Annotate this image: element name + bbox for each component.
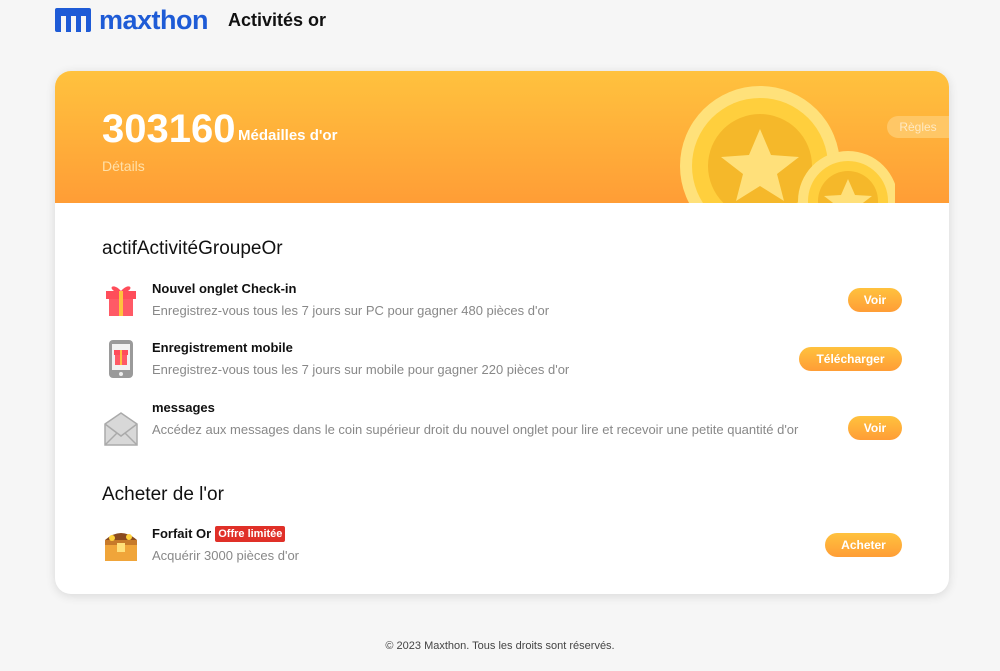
page-title: Activités or [228, 10, 327, 30]
task-name: Nouvel onglet Check-in [152, 281, 297, 296]
gold-unit-label: Médailles d'or [238, 127, 338, 144]
mobile-gift-icon [109, 340, 133, 378]
task-description: Accédez aux messages dans le coin supéri… [152, 422, 799, 437]
task-messages: messages Accédez aux messages dans le co… [102, 400, 902, 460]
view-button[interactable]: Voir [848, 416, 902, 440]
task-name-row: Forfait Or Offre limitée [152, 526, 286, 542]
logo-text: maxthon [99, 5, 209, 35]
buy-button[interactable]: Acheter [825, 533, 902, 557]
view-button[interactable]: Voir [848, 288, 902, 312]
footer-copyright: © 2023 Maxthon. Tous les droits sont rés… [385, 640, 615, 652]
details-link[interactable]: Détails [102, 158, 145, 174]
task-new-tab-check-in: Nouvel onglet Check-in Enregistrez-vous … [102, 281, 902, 321]
header: maxthon Activités or [55, 6, 326, 34]
task-name: messages [152, 400, 215, 415]
task-name: Enregistrement mobile [152, 340, 293, 355]
task-description: Acquérir 3000 pièces d'or [152, 548, 300, 563]
section-title-buy-gold: Acheter de l'or [102, 484, 224, 505]
treasure-chest-icon [105, 533, 137, 561]
task-description: Enregistrez-vous tous les 7 jours sur PC… [152, 303, 550, 318]
maxthon-logo[interactable]: maxthon [55, 5, 209, 35]
gold-count: 303160 [102, 107, 236, 151]
task-name: Forfait Or [152, 526, 212, 541]
task-gold-package: Forfait Or Offre limitée Acquérir 3000 p… [102, 526, 902, 566]
rules-button[interactable]: Règles [887, 116, 949, 138]
gold-banner: 303160 Médailles d'or Détails Règles [55, 71, 949, 203]
section-title-gold-activities: actifActivitéGroupeOr [102, 238, 283, 259]
task-description: Enregistrez-vous tous les 7 jours sur mo… [152, 362, 570, 377]
envelope-icon [104, 412, 138, 446]
gold-coins-illustration [680, 86, 895, 203]
gift-icon [106, 286, 136, 316]
gold-activities-card: 303160 Médailles d'or Détails Règles act… [55, 71, 949, 594]
download-button[interactable]: Télécharger [799, 347, 902, 371]
maxthon-logo-icon [55, 8, 91, 32]
task-mobile-check-in: Enregistrement mobile Enregistrez-vous t… [102, 340, 902, 380]
limited-offer-badge: Offre limitée [215, 526, 286, 542]
